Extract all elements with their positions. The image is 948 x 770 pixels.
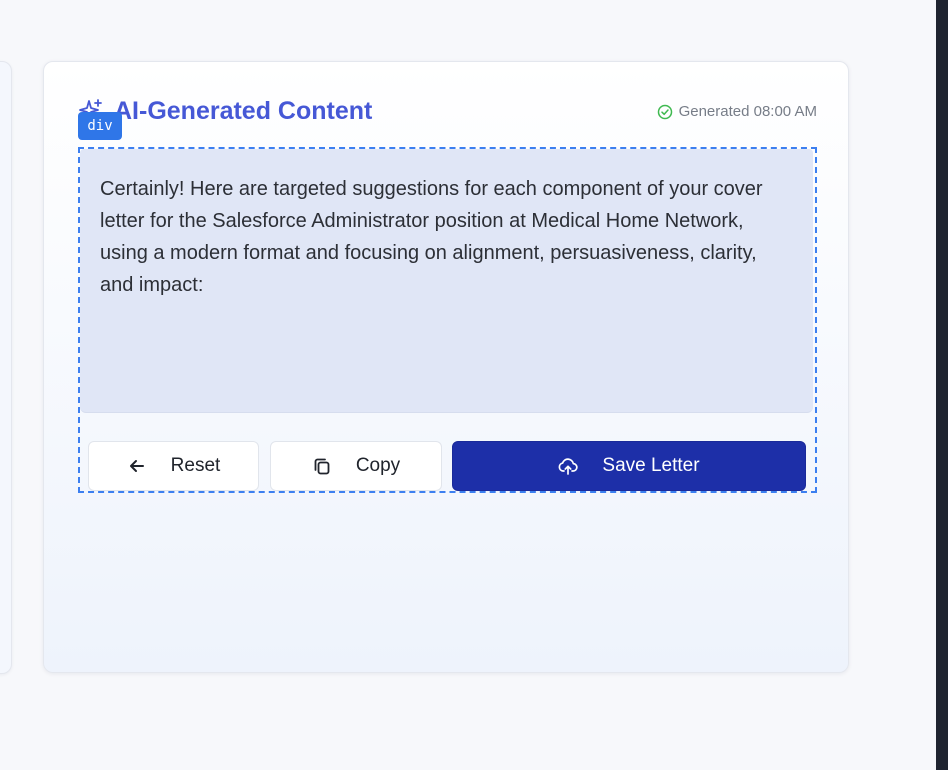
check-circle-icon: [657, 104, 672, 119]
save-letter-button[interactable]: Save Letter: [452, 441, 806, 491]
save-letter-button-label: Save Letter: [602, 455, 700, 476]
left-panel: [0, 61, 12, 674]
cloud-upload-icon: [559, 458, 579, 475]
page: AI-Generated Content Generated 08:00 AM …: [0, 0, 948, 770]
card-header: AI-Generated Content Generated 08:00 AM: [78, 94, 817, 132]
scrollbar[interactable]: [936, 0, 948, 770]
arrow-left-icon: [129, 460, 144, 472]
selected-element-outline: Certainly! Here are targeted suggestions…: [78, 147, 817, 493]
generated-status-text: Generated 08:00 AM: [678, 103, 817, 120]
copy-button-label: Copy: [355, 455, 401, 476]
copy-icon: [314, 458, 330, 475]
card-title: AI-Generated Content: [114, 97, 373, 125]
copy-button[interactable]: Copy: [270, 441, 442, 491]
element-inspector-tag: div: [78, 112, 122, 140]
generated-content-text: Certainly! Here are targeted suggestions…: [100, 178, 763, 296]
ai-content-card: AI-Generated Content Generated 08:00 AM …: [43, 61, 849, 673]
generated-status: Generated 08:00 AM: [657, 103, 817, 120]
generated-content-area[interactable]: Certainly! Here are targeted suggestions…: [80, 149, 813, 413]
reset-button[interactable]: Reset: [88, 441, 259, 491]
reset-button-label: Reset: [170, 455, 221, 476]
